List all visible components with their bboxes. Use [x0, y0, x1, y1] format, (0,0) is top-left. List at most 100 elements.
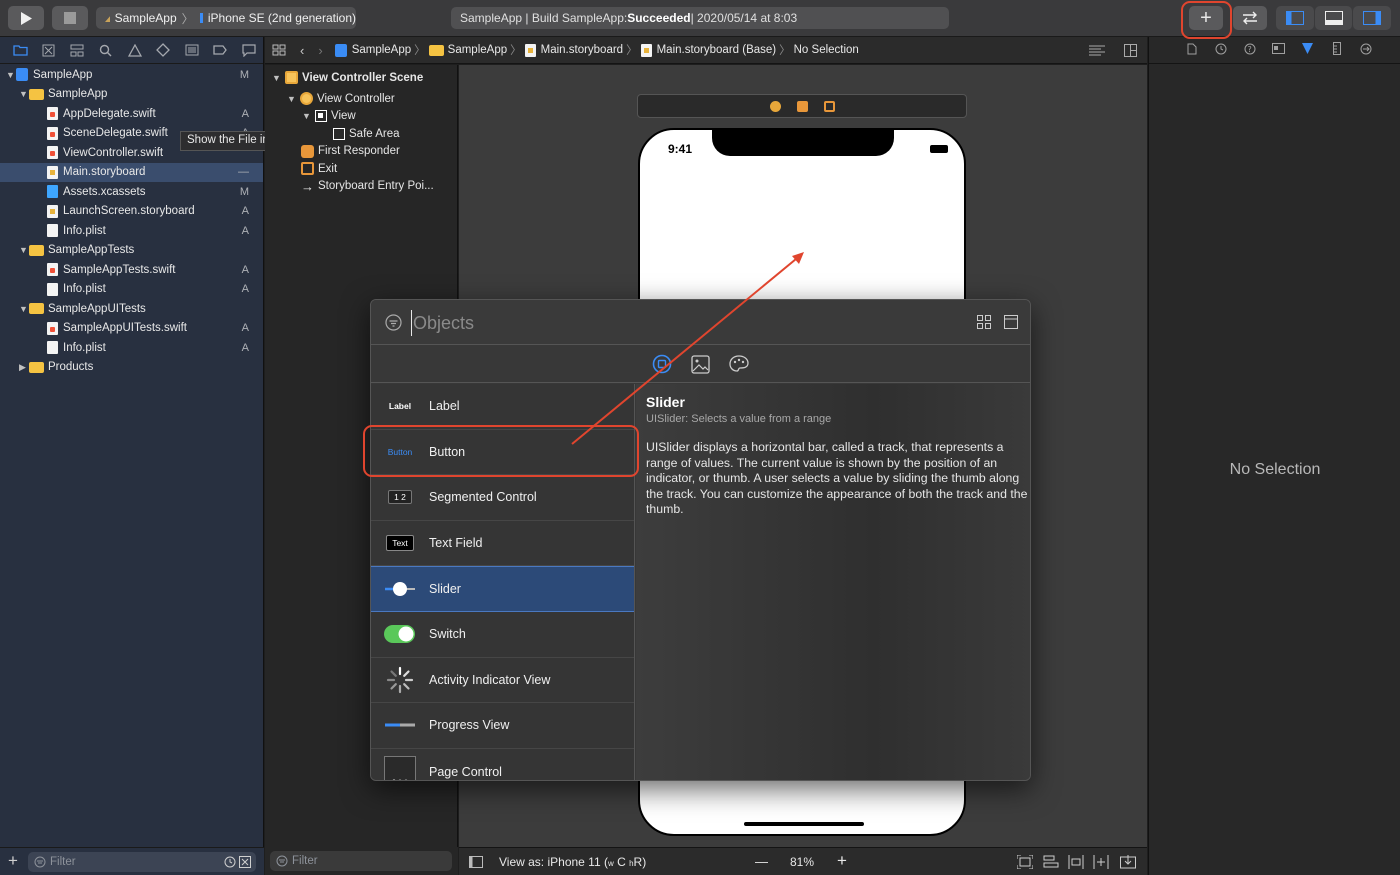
- breadcrumb-item[interactable]: No Selection: [794, 44, 859, 56]
- detail-subtitle: UISlider: Selects a value from a range: [646, 413, 832, 425]
- debug-area-toggle-button[interactable]: [1315, 6, 1352, 30]
- navigator-filter-input[interactable]: Filter: [28, 852, 256, 872]
- clock-icon[interactable]: [224, 856, 236, 868]
- breakpoint-navigator-tab[interactable]: [206, 40, 235, 60]
- disclosure-open-icon[interactable]: ▼: [6, 70, 16, 80]
- zoom-in-button[interactable]: +: [837, 851, 847, 871]
- breadcrumb-item[interactable]: SampleApp: [448, 44, 507, 56]
- outline-item-exit[interactable]: Exit: [265, 160, 337, 178]
- scheme-selector[interactable]: SampleApp 〉 iPhone SE (2nd generation): [96, 7, 356, 29]
- add-icon[interactable]: +: [8, 851, 18, 871]
- test-navigator-tab[interactable]: [149, 40, 178, 60]
- run-button[interactable]: [8, 6, 44, 30]
- navigator-toggle-button[interactable]: [1276, 6, 1314, 30]
- add-constraints-icon[interactable]: [1093, 855, 1109, 869]
- tree-item-file[interactable]: Info.plist A: [0, 338, 263, 358]
- size-inspector-tab[interactable]: [1322, 42, 1351, 58]
- colors-tab-icon[interactable]: [729, 355, 749, 373]
- tree-item-file[interactable]: Assets.xcassets M: [0, 182, 263, 202]
- breadcrumb-item[interactable]: SampleApp: [352, 44, 411, 56]
- project-navigator-tab[interactable]: [6, 40, 35, 60]
- breadcrumb-item[interactable]: Main.storyboard: [541, 44, 623, 56]
- disclosure-open-icon[interactable]: ▼: [19, 304, 29, 314]
- identity-inspector-tab[interactable]: [1264, 43, 1293, 57]
- library-item-activity-indicator[interactable]: Activity Indicator View: [371, 658, 634, 704]
- report-navigator-tab[interactable]: [235, 40, 264, 60]
- outline-item-view-controller[interactable]: ▼ View Controller: [265, 90, 395, 108]
- library-search-bar: [371, 300, 1030, 345]
- symbol-navigator-tab[interactable]: [63, 40, 92, 60]
- stack-icon[interactable]: [1043, 855, 1059, 869]
- disclosure-open-icon[interactable]: ▼: [19, 245, 29, 255]
- forward-icon[interactable]: ›: [318, 43, 322, 58]
- source-control-filter-icon[interactable]: [239, 856, 251, 868]
- stop-button[interactable]: [52, 6, 88, 30]
- tree-item-folder[interactable]: ▼ SampleApp: [0, 85, 263, 105]
- debug-navigator-tab[interactable]: [177, 40, 206, 60]
- outline-filter-input[interactable]: Filter: [270, 851, 452, 871]
- scene-dock[interactable]: [637, 94, 967, 118]
- tree-item-file[interactable]: LaunchScreen.storyboard A: [0, 202, 263, 222]
- grid-view-icon[interactable]: [977, 315, 991, 329]
- outline-item-safe-area[interactable]: Safe Area: [265, 125, 400, 143]
- tree-item-folder[interactable]: ▼ SampleAppTests: [0, 241, 263, 261]
- outline-item-view[interactable]: ▼ View: [265, 108, 356, 126]
- tree-item-file-selected[interactable]: Main.storyboard —: [0, 162, 263, 182]
- update-frames-icon[interactable]: [1017, 855, 1033, 869]
- align-icon[interactable]: [1068, 855, 1084, 869]
- attributes-inspector-tab[interactable]: [1293, 42, 1322, 58]
- related-items-icon[interactable]: [272, 44, 286, 56]
- disclosure-closed-icon[interactable]: ▶: [19, 362, 29, 373]
- objects-tab-icon[interactable]: [652, 354, 672, 374]
- back-icon[interactable]: ‹: [300, 43, 304, 58]
- tree-item-file[interactable]: SampleAppTests.swift A: [0, 260, 263, 280]
- library-item-label[interactable]: Label Label: [371, 384, 634, 430]
- disclosure-open-icon[interactable]: ▼: [287, 94, 297, 104]
- tree-item-project[interactable]: ▼ SampleApp M: [0, 65, 263, 85]
- text-field-thumbnail: Text: [371, 535, 429, 552]
- first-responder-dock-icon[interactable]: [796, 100, 808, 112]
- view-controller-dock-icon[interactable]: [769, 100, 781, 112]
- disclosure-open-icon[interactable]: ▼: [272, 73, 282, 83]
- tree-item-file[interactable]: Info.plist A: [0, 280, 263, 300]
- history-inspector-tab[interactable]: [1206, 43, 1235, 58]
- outline-item-first-responder[interactable]: First Responder: [265, 143, 400, 161]
- exit-dock-icon[interactable]: [823, 100, 835, 112]
- library-item-segmented-control[interactable]: 1 2 Segmented Control: [371, 475, 634, 521]
- library-search-input[interactable]: [411, 310, 911, 336]
- library-item-text-field[interactable]: Text Text Field: [371, 521, 634, 567]
- disclosure-open-icon[interactable]: ▼: [19, 89, 29, 99]
- library-item-switch[interactable]: Switch: [371, 612, 634, 658]
- media-tab-icon[interactable]: [691, 355, 710, 374]
- breadcrumb-item[interactable]: Main.storyboard (Base): [657, 44, 777, 56]
- inspector-toggle-button[interactable]: [1353, 6, 1391, 30]
- tree-item-file[interactable]: AppDelegate.swift A: [0, 104, 263, 124]
- quick-help-tab[interactable]: ?: [1235, 43, 1264, 58]
- view-as-device-button[interactable]: View as: iPhone 11 (w C hR): [499, 855, 646, 869]
- library-item-name: Activity Indicator View: [429, 672, 551, 687]
- library-item-slider[interactable]: Slider: [371, 566, 634, 612]
- issue-navigator-tab[interactable]: [120, 40, 149, 60]
- source-control-tab[interactable]: [35, 40, 64, 60]
- code-review-button[interactable]: [1233, 6, 1267, 30]
- library-item-page-control[interactable]: Page Control: [371, 749, 634, 780]
- zoom-out-button[interactable]: —: [755, 854, 768, 869]
- tree-item-folder[interactable]: ▼ SampleAppUITests: [0, 299, 263, 319]
- resolve-issues-icon[interactable]: [1120, 855, 1136, 869]
- outline-item-scene[interactable]: ▼ View Controller Scene: [265, 69, 423, 87]
- library-item-progress-view[interactable]: Progress View: [371, 703, 634, 749]
- add-editor-icon[interactable]: [1124, 44, 1137, 57]
- outline-item-entry-point[interactable]: → Storyboard Entry Poi...: [265, 178, 434, 196]
- library-item-name: Segmented Control: [429, 490, 537, 505]
- zoom-level[interactable]: 81%: [790, 855, 814, 869]
- editor-options-icon[interactable]: [1089, 45, 1105, 57]
- file-inspector-tab[interactable]: [1177, 43, 1206, 58]
- detail-view-icon[interactable]: [1004, 315, 1018, 329]
- outline-toggle-icon[interactable]: [469, 856, 483, 868]
- tree-item-folder[interactable]: ▶ Products: [0, 358, 263, 378]
- connections-inspector-tab[interactable]: [1351, 43, 1380, 58]
- find-navigator-tab[interactable]: [92, 40, 121, 60]
- disclosure-open-icon[interactable]: ▼: [302, 111, 312, 121]
- tree-item-file[interactable]: SampleAppUITests.swift A: [0, 319, 263, 339]
- tree-item-file[interactable]: Info.plist A: [0, 221, 263, 241]
